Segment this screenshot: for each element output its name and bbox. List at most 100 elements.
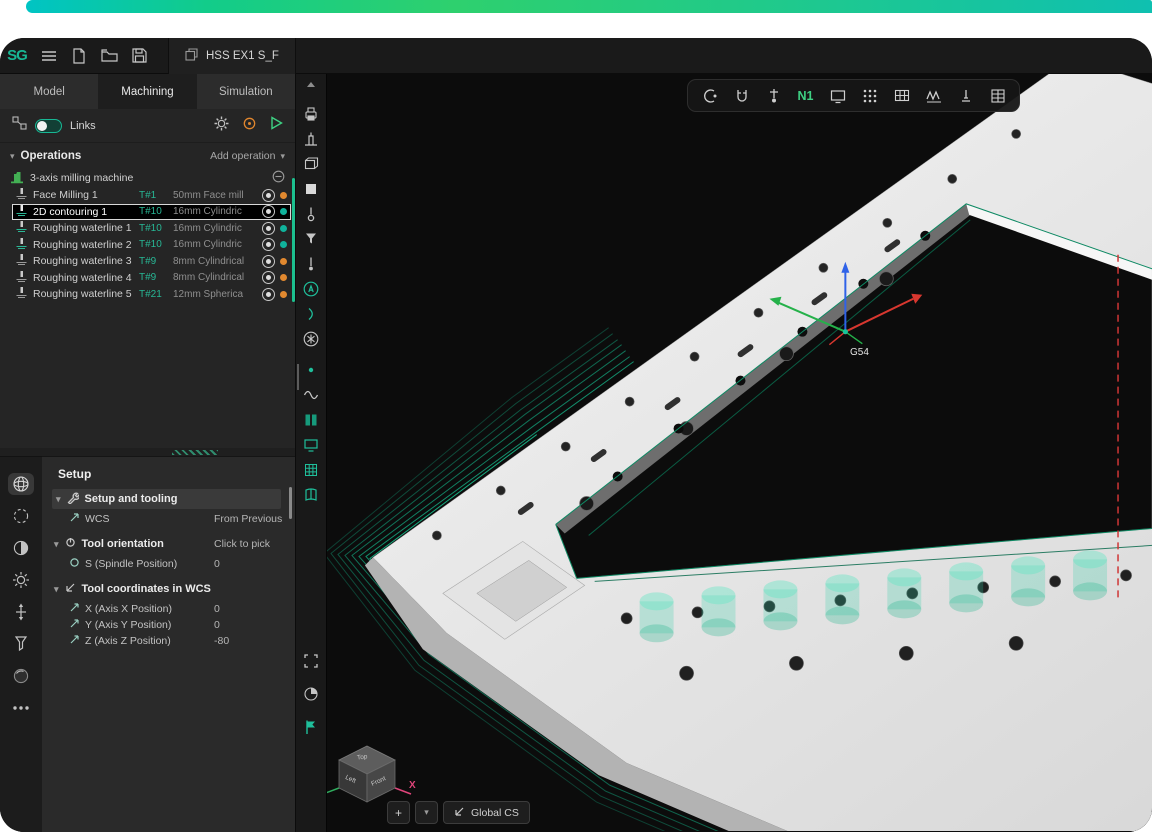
spindle-icon [69,557,80,571]
magnet-snap-icon[interactable] [732,86,751,105]
settings-gear-icon[interactable] [214,116,229,136]
half-sphere-icon[interactable] [8,537,34,559]
mid-strip-scrollbar[interactable] [297,364,299,390]
panel-splitter[interactable] [0,448,295,456]
property-row-spindle[interactable]: S (Spindle Position) 0 [42,556,295,572]
status-dot [280,258,287,265]
operation-row[interactable]: Face Milling 1 T#1 50mm Face mill [12,187,291,204]
freeze-icon[interactable] [302,330,320,348]
screen-grid-icon[interactable] [892,86,911,105]
setup-panel: Setup ▾ Setup and tooling WCS From Previ… [42,456,295,832]
wave-curve-icon[interactable] [302,386,320,404]
stock-box-icon[interactable] [302,155,320,173]
collapse-minus-icon[interactable] [272,170,285,186]
property-row-axis-z[interactable]: Z (Axis Z Position) -80 [42,633,295,649]
links-toggle[interactable] [35,119,62,133]
mesh-dashed-icon[interactable] [8,505,34,527]
operation-icon [15,286,28,302]
operation-row[interactable]: Roughing waterline 1 T#10 16mm Cylindric [12,220,291,237]
arc-bracket-icon[interactable] [302,305,320,323]
machine-setup-icon[interactable] [302,130,320,148]
chevron-down-icon[interactable]: ▾ [10,152,15,161]
probe-icon[interactable] [302,255,320,273]
hamburger-menu-icon[interactable] [34,43,64,69]
dots-grid-icon[interactable] [860,86,879,105]
record-toggle-icon[interactable] [262,238,275,251]
sphere-quarter-icon[interactable] [302,685,320,708]
grid-table-icon[interactable] [302,461,320,479]
record-toggle-icon[interactable] [262,271,275,284]
axis-arrow-icon [69,634,80,648]
tool-change-icon[interactable] [700,86,719,105]
open-folder-icon[interactable] [94,43,124,69]
group-tool-coordinates[interactable]: ▾ Tool coordinates in WCS [42,579,295,599]
table-view-icon[interactable] [988,86,1007,105]
postprocess-icon[interactable] [302,105,320,123]
auto-mode-icon[interactable] [302,280,320,298]
record-toggle-icon[interactable] [262,189,275,202]
operation-row[interactable]: Roughing waterline 4 T#9 8mm Cylindrical [12,270,291,287]
tab-simulation[interactable]: Simulation [197,74,295,109]
property-row-axis-y[interactable]: Y (Axis Y Position) 0 [42,617,295,633]
wcs-label: G54 [850,347,869,358]
operation-row[interactable]: Roughing waterline 3 T#9 8mm Cylindrical [12,253,291,270]
viewport: N1 G54 Top Left Front Y X [327,74,1152,832]
add-cs-button[interactable]: + [387,801,410,824]
run-play-icon[interactable] [270,116,283,135]
scroll-up-icon[interactable] [296,82,326,87]
move-axis-icon[interactable] [8,601,34,623]
group-setup-and-tooling[interactable]: ▾ Setup and tooling [52,489,281,509]
cs-axis-icon [454,806,465,820]
more-options-icon[interactable] [8,697,34,719]
frame-select-icon[interactable] [302,652,320,675]
funnel-tool-icon[interactable] [302,230,320,248]
tool-holder-icon[interactable] [8,633,34,655]
tool-icon[interactable] [302,205,320,223]
status-dot [280,291,287,298]
gear-icon[interactable] [8,569,34,591]
property-row-axis-x[interactable]: X (Axis X Position) 0 [42,601,295,617]
nc-program-label[interactable]: N1 [796,86,815,105]
machine-icon [10,170,24,187]
group-tool-orientation[interactable]: ▾ Tool orientation Click to pick [42,534,295,554]
open-book-icon[interactable] [302,486,320,504]
operation-icon [15,253,28,269]
cs-dropdown-button[interactable]: ▾ [415,801,438,824]
probe-tool-icon[interactable] [764,86,783,105]
monitor-icon[interactable] [302,436,320,454]
operations-header: ▾ Operations Add operation ▾ [0,143,295,169]
record-toggle-icon[interactable] [262,222,275,235]
dark-sphere-icon[interactable] [8,665,34,687]
viewport-toolbar: N1 [687,79,1020,112]
record-toggle-icon[interactable] [262,205,275,218]
tab-machining[interactable]: Machining [98,74,196,109]
3d-scene-canvas[interactable] [327,74,1152,831]
left-icon-strip [0,456,42,832]
chevron-down-icon: ▾ [280,152,285,161]
screen-icon[interactable] [828,86,847,105]
machine-node[interactable]: 3-axis milling machine [0,169,295,187]
operation-row-selected[interactable]: 2D contouring 1 T#10 16mm Cylindric [12,204,291,221]
document-tab-icon [185,48,198,64]
layers-book-icon[interactable] [302,411,320,429]
record-toggle-icon[interactable] [262,288,275,301]
property-row-wcs[interactable]: WCS From Previous [42,511,295,527]
operation-row[interactable]: Roughing waterline 5 T#21 12mm Spherica [12,286,291,303]
global-cs-button[interactable]: Global CS [443,801,530,824]
add-operation-button[interactable]: Add operation ▾ [210,150,285,162]
save-icon[interactable] [124,43,154,69]
tool-stand-icon[interactable] [956,86,975,105]
bullet-dot-icon[interactable] [302,361,320,379]
wave-analysis-icon[interactable] [924,86,943,105]
simulate-target-icon[interactable] [242,116,257,136]
flag-icon[interactable] [302,718,320,741]
setup-scrollbar[interactable] [289,487,292,519]
operation-icon [15,204,28,220]
record-toggle-icon[interactable] [262,255,275,268]
document-tab[interactable]: HSS EX1 S_F [168,38,296,74]
geometry-sphere-icon[interactable] [8,473,34,495]
new-file-icon[interactable] [64,43,94,69]
operation-row[interactable]: Roughing waterline 2 T#10 16mm Cylindric [12,237,291,254]
workpiece-square-icon[interactable] [302,180,320,198]
tab-model[interactable]: Model [0,74,98,109]
